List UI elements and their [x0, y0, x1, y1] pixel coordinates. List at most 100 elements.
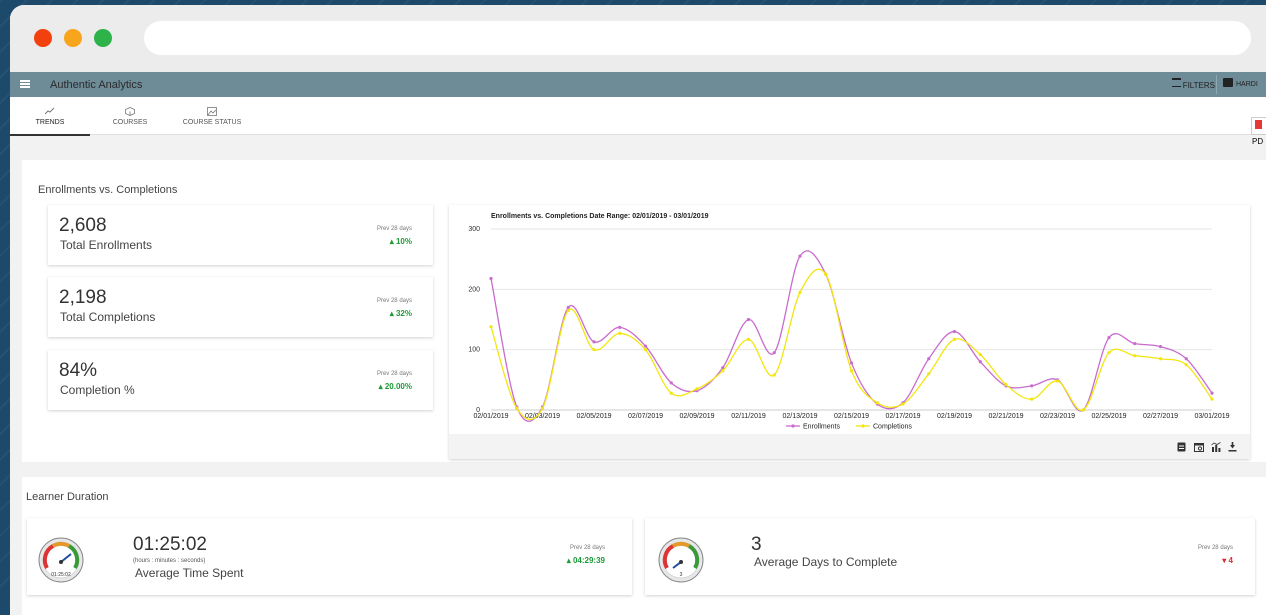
data-point	[618, 325, 622, 329]
data-point	[798, 254, 802, 258]
browser-window: Authentic Analytics FILTERS HARDI TRENDS…	[10, 5, 1266, 615]
user-icon	[1223, 78, 1233, 87]
data-point	[643, 348, 648, 352]
browser-titlebar	[10, 5, 1266, 72]
filter-icon	[1171, 78, 1181, 87]
stat-label: Total Completions	[60, 310, 156, 324]
data-point	[592, 340, 596, 344]
address-bar[interactable]	[144, 21, 1251, 55]
y-tick-label: 300	[468, 226, 480, 233]
tab-trends[interactable]: TRENDS	[10, 97, 90, 136]
tab-courses-label: COURSES	[112, 119, 148, 126]
data-point	[1107, 351, 1111, 355]
app-bar: Authentic Analytics FILTERS HARDI	[10, 72, 1266, 97]
tab-courses[interactable]: COURSES	[90, 97, 170, 134]
chart-card: Enrollments vs. Completions Date Range: …	[449, 205, 1250, 459]
change-indicator: ▴ 04:29:39	[567, 556, 605, 565]
stat-card: 2,608 Total Enrollments Prev 28 days ▴ 1…	[48, 205, 433, 265]
prev-period-label: Prev 28 days	[1197, 545, 1233, 551]
change-indicator: ▾ 4	[1222, 556, 1233, 565]
data-point	[1055, 379, 1060, 383]
series-line-completions	[490, 268, 1213, 421]
data-point	[798, 290, 802, 294]
data-point	[927, 372, 931, 376]
data-point	[901, 402, 905, 406]
data-point	[1081, 408, 1085, 412]
time-spent-label: Average Time Spent	[135, 566, 244, 580]
legend-label: Completions	[873, 424, 912, 431]
document-icon[interactable]	[1177, 442, 1186, 455]
data-point	[592, 348, 596, 352]
change-value: 4	[1228, 556, 1233, 565]
data-point	[849, 369, 854, 373]
maximize-window-button[interactable]	[94, 29, 112, 47]
gauge-icon: 01:25:02	[38, 537, 84, 583]
data-point	[566, 308, 570, 313]
download-icon[interactable]	[1228, 442, 1237, 455]
time-spent-value: 01:25:02	[133, 534, 207, 555]
change-indicator: ▴ 10%	[390, 237, 412, 246]
user-menu-button[interactable]: HARDI	[1216, 75, 1266, 94]
gauge-icon: 3	[658, 537, 704, 583]
data-point	[1158, 357, 1163, 361]
data-point	[721, 369, 725, 373]
legend-label: Enrollments	[803, 424, 840, 431]
x-tick-label: 02/17/2019	[885, 413, 920, 420]
section-title: Enrollments vs. Completions	[38, 184, 178, 196]
x-tick-label: 02/11/2019	[731, 413, 766, 420]
stat-card: 2,198 Total Completions Prev 28 days ▴ 3…	[48, 277, 433, 337]
days-label: Average Days to Complete	[754, 555, 898, 569]
learner-duration-panel: Learner Duration 01:25:02 01:25:02 (hour…	[22, 477, 1266, 615]
chart-toolbar	[449, 434, 1250, 459]
x-tick-label: 02/23/2019	[1040, 413, 1075, 420]
chart-title: Enrollments vs. Completions Date Range: …	[491, 213, 709, 220]
stat-card: 84% Completion % Prev 28 days ▴ 20.00%	[48, 350, 433, 410]
pdf-export-button[interactable]: PD	[1251, 117, 1266, 146]
calendar-icon[interactable]	[1194, 442, 1204, 455]
series-line-enrollments	[490, 250, 1213, 422]
prev-period-label: Prev 28 days	[376, 226, 412, 232]
change-value: 20.00%	[384, 382, 412, 391]
gauge-value: 3	[680, 572, 683, 578]
data-point	[849, 361, 854, 365]
tab-course-status-label: COURSE STATUS	[182, 119, 242, 126]
data-point	[1133, 354, 1137, 358]
data-point	[669, 381, 673, 385]
section-title: Learner Duration	[26, 491, 109, 503]
change-value: 32%	[395, 309, 412, 318]
filters-button[interactable]: FILTERS	[1171, 78, 1215, 90]
legend-marker	[791, 424, 795, 428]
time-format-hint: (hours : minutes : seconds)	[133, 558, 206, 564]
y-tick-label: 100	[468, 347, 480, 354]
menu-icon[interactable]	[20, 80, 30, 88]
cube-icon	[125, 107, 135, 116]
data-point	[1030, 397, 1034, 401]
x-tick-label: 02/05/2019	[576, 413, 611, 420]
x-tick-label: 02/13/2019	[782, 413, 817, 420]
data-point	[1158, 345, 1163, 349]
x-tick-label: 02/01/2019	[473, 413, 508, 420]
data-point	[746, 317, 751, 322]
bar-chart-icon[interactable]	[1211, 442, 1221, 455]
data-point	[927, 357, 931, 361]
change-value: 10%	[395, 237, 412, 246]
tab-course-status[interactable]: COURSE STATUS	[170, 97, 254, 134]
data-point	[952, 337, 957, 342]
line-chart-icon	[44, 107, 55, 115]
data-point	[695, 387, 699, 391]
x-tick-label: 02/09/2019	[679, 413, 714, 420]
tab-bar: TRENDS COURSES COURSE STATUS	[10, 97, 1266, 136]
days-to-complete-card: 3 3 Average Days to Complete Prev 28 day…	[645, 518, 1255, 595]
days-value: 3	[751, 534, 762, 555]
change-indicator: ▴ 20.00%	[379, 382, 412, 391]
pdf-label: PD	[1252, 137, 1264, 146]
tab-trends-label: TRENDS	[35, 119, 65, 126]
data-point	[540, 406, 545, 410]
data-point	[1004, 383, 1008, 387]
pdf-icon	[1255, 120, 1262, 129]
close-window-button[interactable]	[34, 29, 52, 47]
data-point	[669, 391, 673, 395]
data-point	[772, 373, 776, 377]
data-point	[746, 337, 751, 342]
minimize-window-button[interactable]	[64, 29, 82, 47]
